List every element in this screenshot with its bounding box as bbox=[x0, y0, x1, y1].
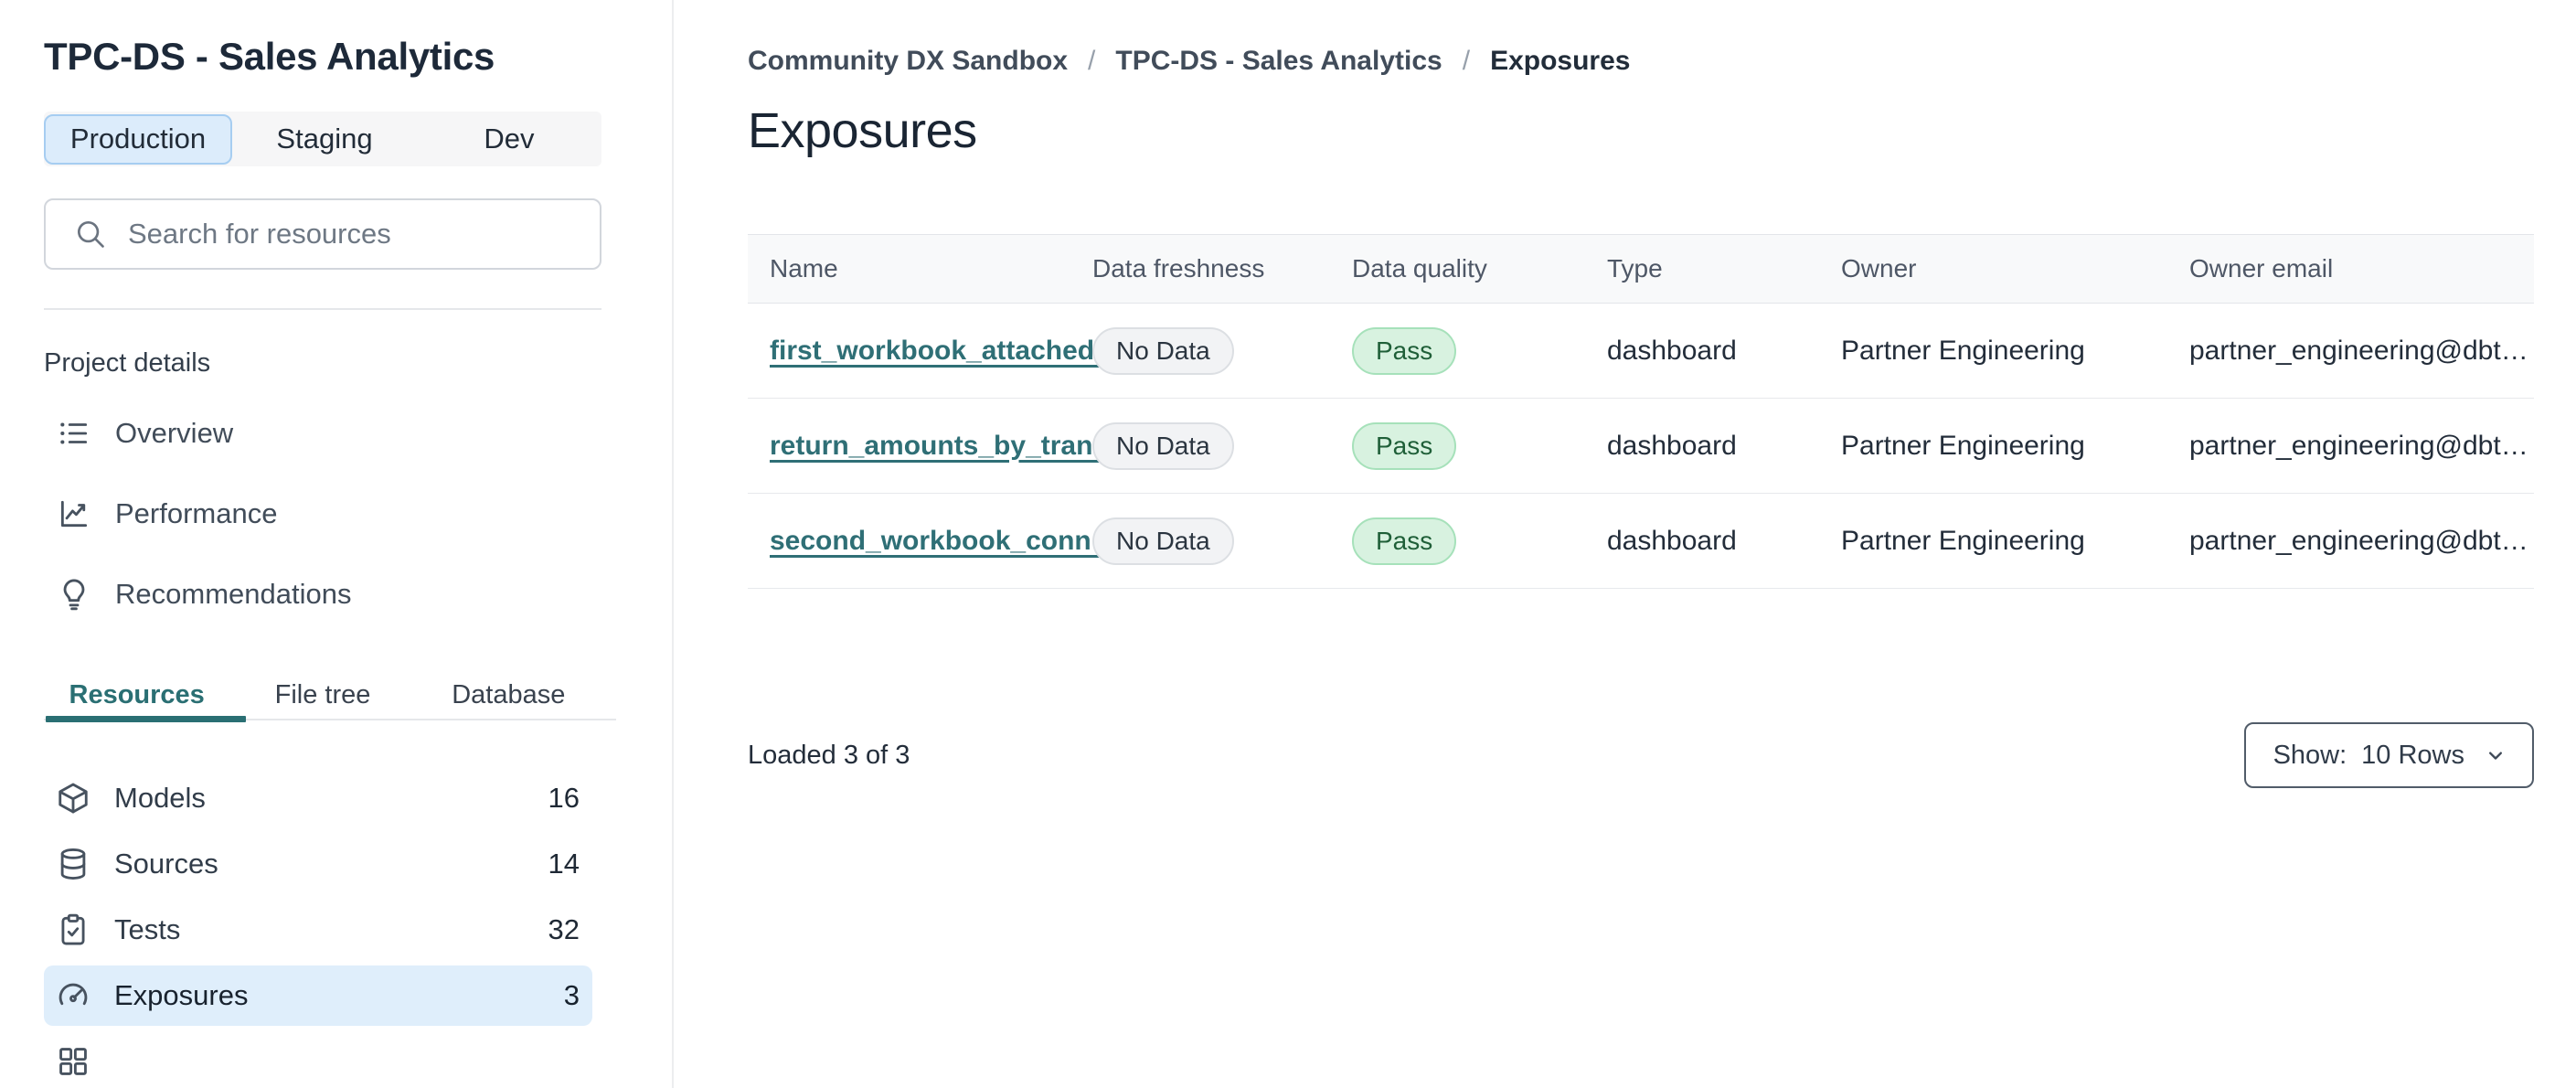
app-window: TPC-DS - Sales Analytics Production Stag… bbox=[0, 0, 2576, 1088]
env-tab-dev[interactable]: Dev bbox=[417, 114, 601, 165]
resource-count: 3 bbox=[563, 979, 580, 1011]
project-title: TPC-DS - Sales Analytics bbox=[44, 35, 495, 78]
lightbulb-icon bbox=[63, 579, 85, 611]
breadcrumb: Community DX Sandbox / TPC-DS - Sales An… bbox=[748, 46, 2534, 77]
sidebar-item-sources[interactable]: Sources 14 bbox=[44, 834, 592, 894]
column-header-owner-email: Owner email bbox=[2189, 254, 2334, 283]
active-tab-underline bbox=[46, 716, 246, 722]
sidebar-divider bbox=[44, 308, 601, 310]
freshness-badge: No Data bbox=[1092, 517, 1234, 565]
sidebar-item-partial[interactable] bbox=[44, 1031, 592, 1088]
search-icon bbox=[77, 220, 104, 248]
cell-owner: Partner Engineering bbox=[1841, 430, 2085, 461]
resource-count: 32 bbox=[548, 913, 580, 945]
sidebar-item-models[interactable]: Models 16 bbox=[44, 768, 592, 828]
cell-owner-email: partner_engineering@dbt… bbox=[2189, 335, 2528, 366]
tab-database[interactable]: Database bbox=[416, 675, 601, 715]
freshness-badge: No Data bbox=[1092, 421, 1234, 470]
resource-count: 14 bbox=[548, 848, 580, 880]
sidebar-item-label: Models bbox=[114, 782, 206, 814]
cube-icon bbox=[59, 783, 88, 814]
cell-owner-email: partner_engineering@dbt… bbox=[2189, 525, 2528, 556]
exposure-name-link[interactable]: first_workbook_attached… bbox=[770, 336, 1122, 366]
cell-owner-email: partner_engineering@dbt… bbox=[2189, 430, 2528, 461]
exposures-table: Name Data freshness Data quality Type Ow… bbox=[748, 234, 2534, 589]
breadcrumb-account[interactable]: Community DX Sandbox bbox=[748, 46, 1068, 77]
sidebar-item-label: Performance bbox=[115, 497, 278, 529]
cell-owner: Partner Engineering bbox=[1841, 335, 2085, 366]
project-details-label: Project details bbox=[44, 348, 211, 378]
exposure-name-link[interactable]: second_workbook_conn… bbox=[770, 526, 1119, 556]
show-value: 10 Rows bbox=[2361, 740, 2464, 770]
tab-resources[interactable]: Resources bbox=[44, 675, 229, 715]
cell-type: dashboard bbox=[1607, 430, 1737, 461]
tab-file-tree[interactable]: File tree bbox=[229, 675, 415, 715]
breadcrumb-separator: / bbox=[1462, 46, 1471, 76]
rows-per-page-dropdown[interactable]: Show: 10 Rows bbox=[2243, 722, 2534, 788]
freshness-badge: No Data bbox=[1092, 326, 1234, 375]
chevron-down-icon bbox=[2489, 752, 2502, 760]
resource-tabs: Resources File tree Database bbox=[44, 675, 616, 722]
sidebar-item-overview[interactable]: Overview bbox=[44, 404, 601, 463]
search-box bbox=[44, 198, 601, 270]
cell-type: dashboard bbox=[1607, 525, 1737, 556]
sidebar: TPC-DS - Sales Analytics Production Stag… bbox=[0, 0, 674, 1088]
list-icon bbox=[60, 422, 88, 444]
column-header-data-quality: Data quality bbox=[1352, 254, 1487, 283]
sidebar-item-exposures[interactable]: Exposures 3 bbox=[44, 965, 592, 1026]
table-footer: Loaded 3 of 3 Show: 10 Rows bbox=[748, 722, 2534, 788]
table-row: second_workbook_conn… No Data Pass dashb… bbox=[748, 494, 2534, 589]
sidebar-item-performance[interactable]: Performance bbox=[44, 485, 601, 543]
column-header-data-freshness: Data freshness bbox=[1092, 254, 1265, 283]
breadcrumb-separator: / bbox=[1088, 46, 1096, 76]
column-header-type: Type bbox=[1607, 254, 1663, 283]
resource-list: Models 16 Sources 14 Tests 32 Exposures … bbox=[44, 768, 592, 1088]
loaded-status: Loaded 3 of 3 bbox=[748, 740, 910, 770]
search-input[interactable] bbox=[128, 218, 578, 251]
sidebar-item-label: Exposures bbox=[114, 979, 249, 1011]
environment-tabs: Production Staging Dev bbox=[44, 112, 601, 166]
breadcrumb-current: Exposures bbox=[1490, 46, 1631, 76]
sidebar-item-label: Recommendations bbox=[115, 578, 352, 610]
env-tab-staging[interactable]: Staging bbox=[232, 114, 417, 165]
main-panel: Community DX Sandbox / TPC-DS - Sales An… bbox=[674, 0, 2576, 1088]
chart-icon bbox=[60, 500, 88, 528]
database-icon bbox=[60, 848, 86, 880]
sidebar-item-label: Sources bbox=[114, 848, 218, 880]
column-header-owner: Owner bbox=[1841, 254, 1917, 283]
sidebar-item-label: Overview bbox=[115, 417, 234, 449]
grid-icon bbox=[59, 1048, 87, 1075]
resource-count: 16 bbox=[548, 782, 580, 814]
table-row: first_workbook_attached… No Data Pass da… bbox=[748, 304, 2534, 399]
page-title: Exposures bbox=[748, 103, 977, 158]
table-header-row: Name Data freshness Data quality Type Ow… bbox=[748, 234, 2534, 304]
project-nav: Overview Performance Recommendations bbox=[44, 404, 601, 624]
gauge-icon bbox=[59, 983, 88, 1006]
cell-type: dashboard bbox=[1607, 335, 1737, 366]
quality-badge: Pass bbox=[1352, 421, 1457, 470]
quality-badge: Pass bbox=[1352, 517, 1457, 565]
sidebar-item-label: Tests bbox=[114, 913, 181, 945]
env-tab-production[interactable]: Production bbox=[44, 113, 232, 165]
column-header-name: Name bbox=[770, 254, 838, 283]
sidebar-item-recommendations[interactable]: Recommendations bbox=[44, 565, 601, 624]
quality-badge: Pass bbox=[1352, 326, 1457, 375]
show-label: Show: bbox=[2273, 740, 2347, 770]
table-row: return_amounts_by_tran… No Data Pass das… bbox=[748, 399, 2534, 494]
exposure-name-link[interactable]: return_amounts_by_tran… bbox=[770, 431, 1120, 461]
cell-owner: Partner Engineering bbox=[1841, 525, 2085, 556]
breadcrumb-project[interactable]: TPC-DS - Sales Analytics bbox=[1115, 46, 1442, 77]
clipboard-check-icon bbox=[61, 913, 85, 945]
sidebar-item-tests[interactable]: Tests 32 bbox=[44, 900, 592, 960]
